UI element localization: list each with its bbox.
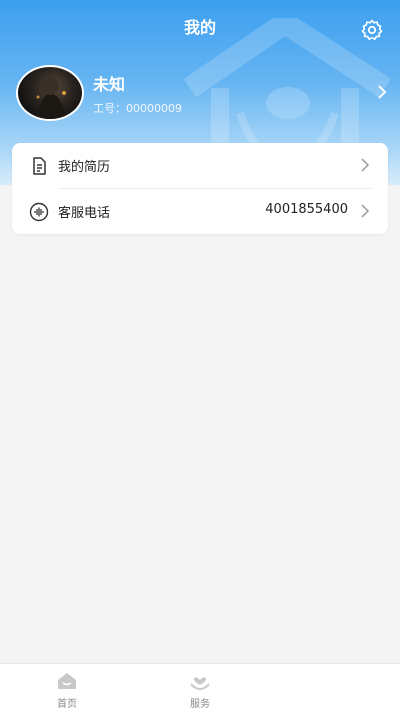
gear-icon[interactable] [360, 18, 384, 42]
page-title: 我的 [183, 18, 216, 37]
menu-item-label: 客服电话 [58, 206, 111, 221]
employee-id-value: 00000009 [126, 102, 182, 115]
home-icon [58, 673, 76, 689]
menu-item-resume[interactable]: 我的简历 [12, 143, 388, 189]
tab-home[interactable]: 首页 [27, 664, 107, 712]
employee-id-label: 工号： [93, 102, 126, 115]
phone-number: 4001855400 [265, 202, 348, 217]
avatar[interactable] [16, 65, 84, 121]
document-icon [33, 157, 46, 175]
menu-item-label: 我的简历 [58, 160, 111, 175]
voice-wave-icon [29, 202, 49, 222]
employee-id: 工号：00000009 [93, 100, 182, 116]
menu-item-customer-service[interactable]: 客服电话 4001855400 [12, 189, 388, 234]
avatar-figure-icon [36, 77, 66, 119]
tab-label: 首页 [57, 699, 77, 710]
menu-card: 我的简历 客服电话 4001855400 [12, 143, 388, 234]
chevron-right-icon[interactable] [376, 84, 388, 100]
chevron-right-icon [361, 158, 370, 172]
service-hands-icon [190, 677, 210, 691]
chevron-right-icon [361, 204, 370, 218]
user-name: 未知 [93, 75, 126, 94]
tab-service[interactable]: 服务 [160, 664, 240, 712]
bottom-tab-bar: 首页 服务 [0, 663, 400, 712]
tab-label: 服务 [190, 699, 210, 710]
